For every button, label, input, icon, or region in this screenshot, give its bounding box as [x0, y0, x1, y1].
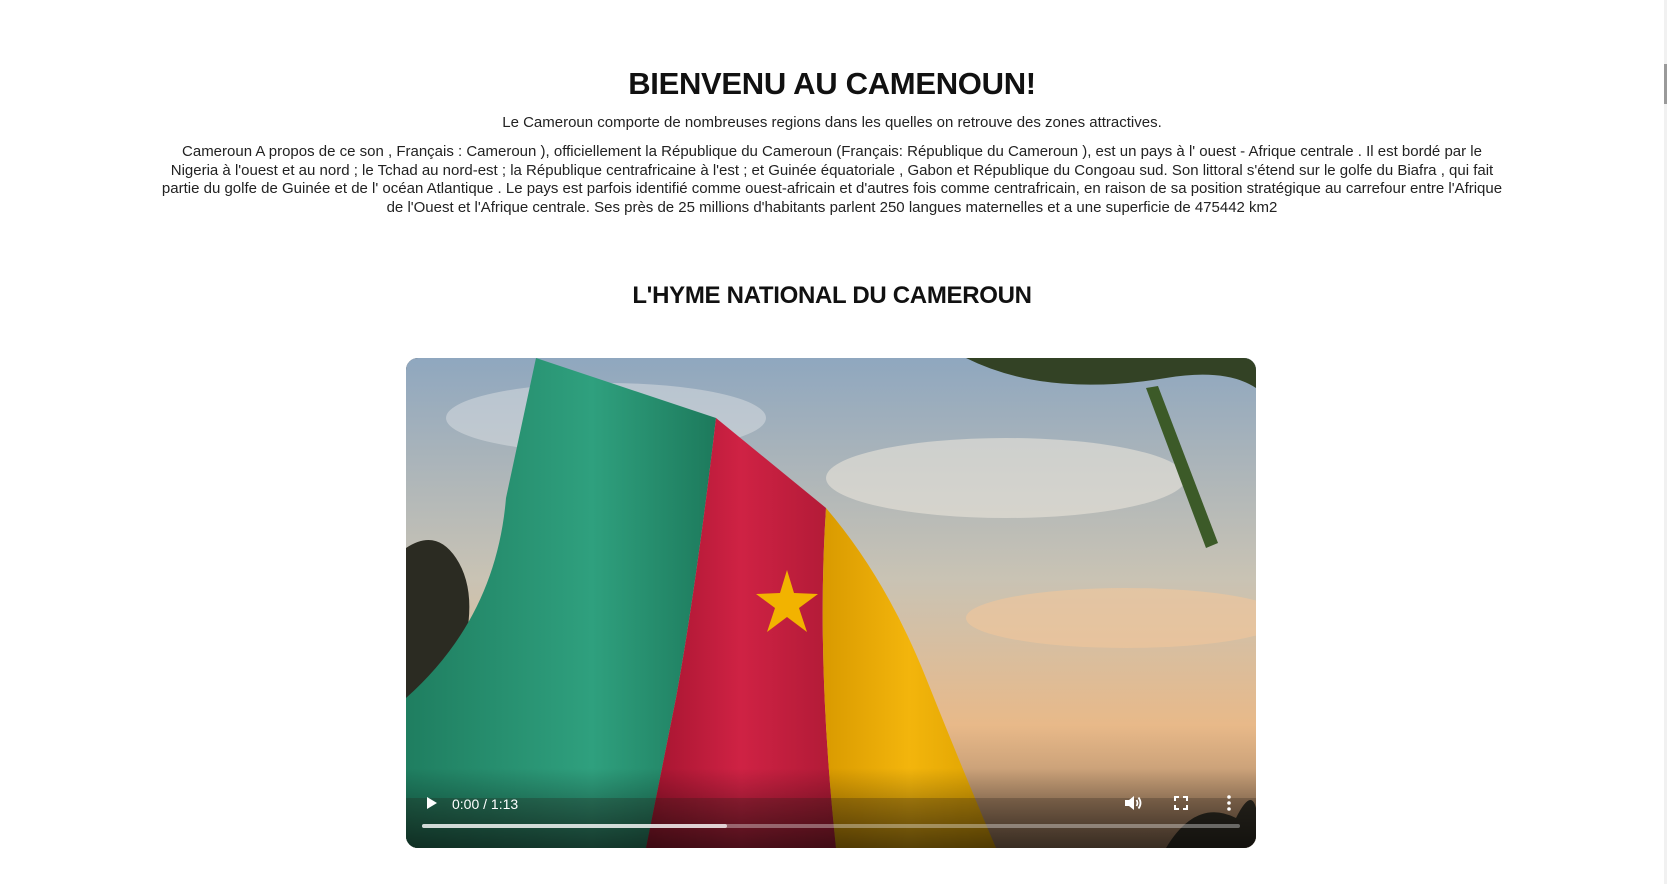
page-title: BIENVENU AU CAMENOUN! — [628, 66, 1036, 101]
play-icon — [427, 797, 437, 809]
fullscreen-icon — [1174, 796, 1188, 810]
anthem-video-player[interactable]: 0:00 / 1:13 — [406, 358, 1256, 848]
play-button[interactable] — [420, 792, 442, 814]
progress-buffered — [422, 824, 728, 828]
volume-icon — [1125, 796, 1142, 810]
more-options-button[interactable] — [1218, 792, 1240, 814]
more-options-icon — [1227, 795, 1231, 811]
intro-text: Le Cameroun comporte de nombreuses regio… — [502, 114, 1162, 131]
fullscreen-button[interactable] — [1170, 792, 1192, 814]
video-progress-bar[interactable] — [422, 824, 1240, 828]
volume-button[interactable] — [1122, 792, 1144, 814]
page: BIENVENU AU CAMENOUN! Le Cameroun compor… — [0, 0, 1667, 884]
description-paragraph: Cameroun A propos de ce son , Français :… — [161, 143, 1503, 216]
anthem-title: L'HYME NATIONAL DU CAMEROUN — [632, 282, 1032, 309]
time-display: 0:00 / 1:13 — [452, 796, 519, 812]
